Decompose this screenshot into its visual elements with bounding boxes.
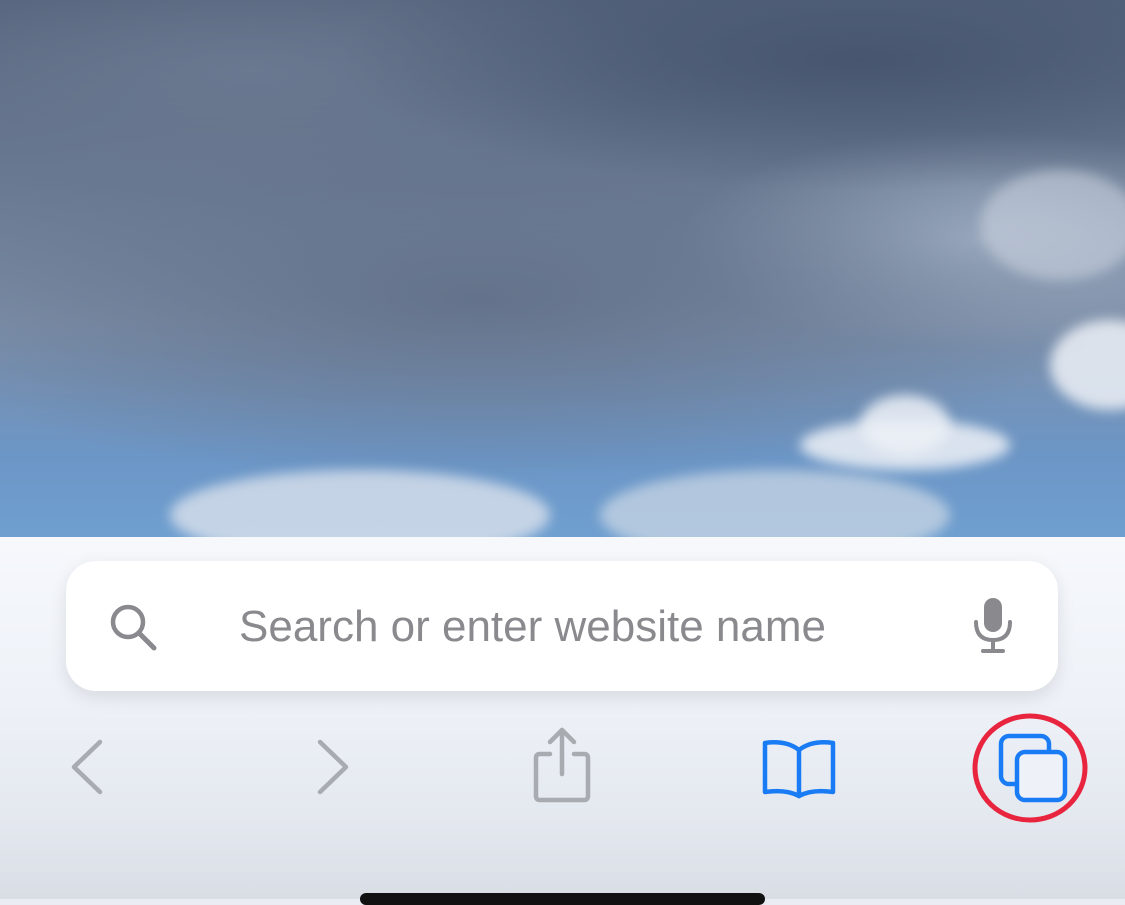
forward-icon <box>317 739 349 795</box>
page-background <box>0 0 1125 537</box>
search-placeholder: Search or enter website name <box>239 602 826 651</box>
tabs-button[interactable] <box>972 712 1090 826</box>
tabs-icon <box>998 733 1068 803</box>
share-icon <box>533 727 591 803</box>
cloud <box>860 395 950 455</box>
cloud <box>170 470 550 537</box>
forward-button[interactable] <box>306 736 356 798</box>
back-icon <box>71 739 103 795</box>
share-button[interactable] <box>530 726 594 804</box>
search-icon <box>110 604 157 651</box>
cloud <box>1050 320 1125 410</box>
bookmarks-icon <box>762 740 836 799</box>
cloud <box>600 470 950 537</box>
cloud <box>980 170 1125 280</box>
back-button[interactable] <box>64 736 114 798</box>
bookmarks-button[interactable] <box>760 738 838 800</box>
home-indicator <box>360 893 765 905</box>
microphone-icon[interactable] <box>970 596 1016 656</box>
